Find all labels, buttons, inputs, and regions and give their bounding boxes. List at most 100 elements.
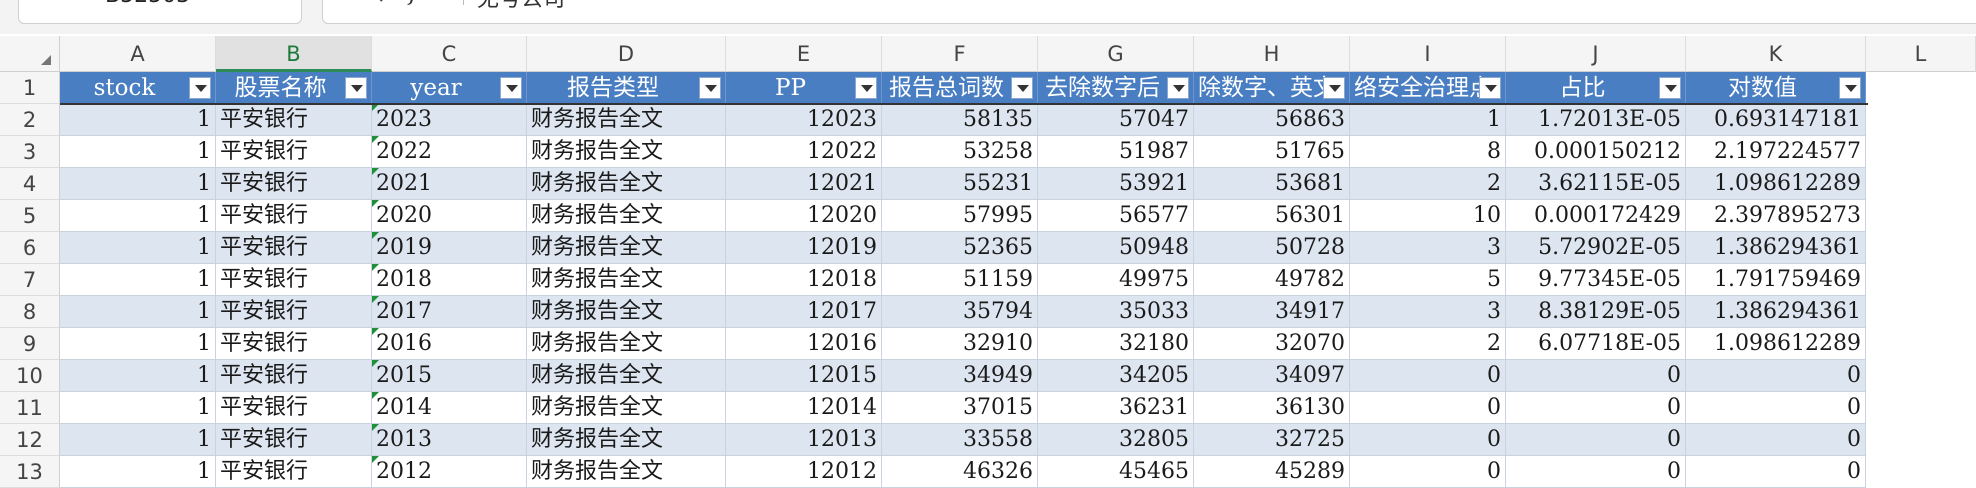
cell-a[interactable]: 1	[60, 232, 216, 264]
column-title[interactable]: 报告总词数	[882, 72, 1038, 104]
cell-f[interactable]: 55231	[882, 168, 1038, 200]
cell-h[interactable]: 36130	[1194, 392, 1350, 424]
cell-k[interactable]: 1.098612289	[1686, 328, 1866, 360]
cell-j[interactable]: 8.38129E-05	[1506, 296, 1686, 328]
cell-g[interactable]: 32180	[1038, 328, 1194, 360]
cell-a[interactable]: 1	[60, 424, 216, 456]
cell-d[interactable]: 财务报告全文	[527, 328, 726, 360]
row-header[interactable]: 13	[0, 456, 60, 488]
cell-b[interactable]: 平安银行	[216, 136, 372, 168]
cell-c[interactable]: 2022	[372, 136, 527, 168]
cell-j[interactable]: 0	[1506, 456, 1686, 488]
cell-h[interactable]: 34917	[1194, 296, 1350, 328]
cell-g[interactable]: 45465	[1038, 456, 1194, 488]
row-header[interactable]: 10	[0, 360, 60, 392]
cell-k[interactable]: 0	[1686, 392, 1866, 424]
cell-d[interactable]: 财务报告全文	[527, 136, 726, 168]
cell-j[interactable]: 9.77345E-05	[1506, 264, 1686, 296]
cell-d[interactable]: 财务报告全文	[527, 200, 726, 232]
cell-c[interactable]: 2018	[372, 264, 527, 296]
cell-c[interactable]: 2017	[372, 296, 527, 328]
cell-b[interactable]: 平安银行	[216, 232, 372, 264]
column-title[interactable]: 对数值	[1686, 72, 1866, 104]
cell-i[interactable]: 0	[1350, 424, 1506, 456]
cell-b[interactable]: 平安银行	[216, 264, 372, 296]
cell-d[interactable]: 财务报告全文	[527, 168, 726, 200]
cell-e[interactable]: 12019	[726, 232, 882, 264]
cell-k[interactable]: 1.386294361	[1686, 232, 1866, 264]
column-header-c[interactable]: C	[372, 36, 527, 72]
cell-k[interactable]: 2.397895273	[1686, 200, 1866, 232]
cell-b[interactable]: 平安银行	[216, 168, 372, 200]
cell-j[interactable]: 3.62115E-05	[1506, 168, 1686, 200]
cell-f[interactable]: 58135	[882, 104, 1038, 136]
column-header-b[interactable]: B	[216, 36, 372, 72]
column-title[interactable]: 除数字、英文	[1194, 72, 1350, 104]
cell-a[interactable]: 1	[60, 360, 216, 392]
cell-c[interactable]: 2016	[372, 328, 527, 360]
cell-e[interactable]: 12015	[726, 360, 882, 392]
chevron-down-icon[interactable]	[265, 0, 291, 5]
cell-h[interactable]: 56301	[1194, 200, 1350, 232]
filter-dropdown-icon[interactable]	[699, 77, 721, 99]
cell-f[interactable]: 37015	[882, 392, 1038, 424]
cell-e[interactable]: 12014	[726, 392, 882, 424]
cell-c[interactable]: 2015	[372, 360, 527, 392]
row-header[interactable]: 1	[0, 72, 60, 104]
cell-h[interactable]: 45289	[1194, 456, 1350, 488]
cell-b[interactable]: 平安银行	[216, 104, 372, 136]
cell-i[interactable]: 8	[1350, 136, 1506, 168]
cell-k[interactable]: 0	[1686, 456, 1866, 488]
cell-c[interactable]: 2012	[372, 456, 527, 488]
cell-a[interactable]: 1	[60, 392, 216, 424]
column-header-d[interactable]: D	[527, 36, 726, 72]
cell-f[interactable]: 34949	[882, 360, 1038, 392]
cell-f[interactable]: 57995	[882, 200, 1038, 232]
cell-c[interactable]: 2021	[372, 168, 527, 200]
cell-f[interactable]: 35794	[882, 296, 1038, 328]
filter-dropdown-icon[interactable]	[1839, 77, 1861, 99]
cell-g[interactable]: 35033	[1038, 296, 1194, 328]
row-header[interactable]: 11	[0, 392, 60, 424]
cell-g[interactable]: 57047	[1038, 104, 1194, 136]
cell-e[interactable]: 12013	[726, 424, 882, 456]
cell-j[interactable]: 0	[1506, 360, 1686, 392]
cell-e[interactable]: 12021	[726, 168, 882, 200]
formula-bar[interactable]: fx 无号公司	[322, 0, 1976, 24]
cell-h[interactable]: 56863	[1194, 104, 1350, 136]
filter-dropdown-icon[interactable]	[189, 77, 211, 99]
cell-j[interactable]: 0.000150212	[1506, 136, 1686, 168]
cell-d[interactable]: 财务报告全文	[527, 456, 726, 488]
cell-i[interactable]: 5	[1350, 264, 1506, 296]
cell-h[interactable]: 50728	[1194, 232, 1350, 264]
cell-g[interactable]: 32805	[1038, 424, 1194, 456]
cell-f[interactable]: 51159	[882, 264, 1038, 296]
cell-e[interactable]: 12017	[726, 296, 882, 328]
column-header-a[interactable]: A	[60, 36, 216, 72]
row-header[interactable]: 9	[0, 328, 60, 360]
cell-a[interactable]: 1	[60, 168, 216, 200]
column-title[interactable]: 络安全治理点	[1350, 72, 1506, 104]
cell-g[interactable]: 56577	[1038, 200, 1194, 232]
filter-dropdown-icon[interactable]	[1323, 77, 1345, 99]
cell-d[interactable]: 财务报告全文	[527, 104, 726, 136]
cell-j[interactable]: 5.72902E-05	[1506, 232, 1686, 264]
cell-b[interactable]: 平安银行	[216, 360, 372, 392]
cell-g[interactable]: 34205	[1038, 360, 1194, 392]
function-icon[interactable]: fx	[409, 0, 431, 6]
row-header[interactable]: 3	[0, 136, 60, 168]
row-header[interactable]: 5	[0, 200, 60, 232]
cell-f[interactable]: 53258	[882, 136, 1038, 168]
cell-h[interactable]: 32725	[1194, 424, 1350, 456]
cell-c[interactable]: 2020	[372, 200, 527, 232]
filter-dropdown-icon[interactable]	[855, 77, 877, 99]
cell-h[interactable]: 32070	[1194, 328, 1350, 360]
cell-f[interactable]: 46326	[882, 456, 1038, 488]
column-header-f[interactable]: F	[882, 36, 1038, 72]
column-header-l[interactable]: L	[1866, 36, 1976, 72]
cell-e[interactable]: 12016	[726, 328, 882, 360]
cell-j[interactable]: 0	[1506, 392, 1686, 424]
zoom-icon[interactable]	[359, 0, 385, 5]
row-header[interactable]: 6	[0, 232, 60, 264]
filter-dropdown-icon[interactable]	[500, 77, 522, 99]
